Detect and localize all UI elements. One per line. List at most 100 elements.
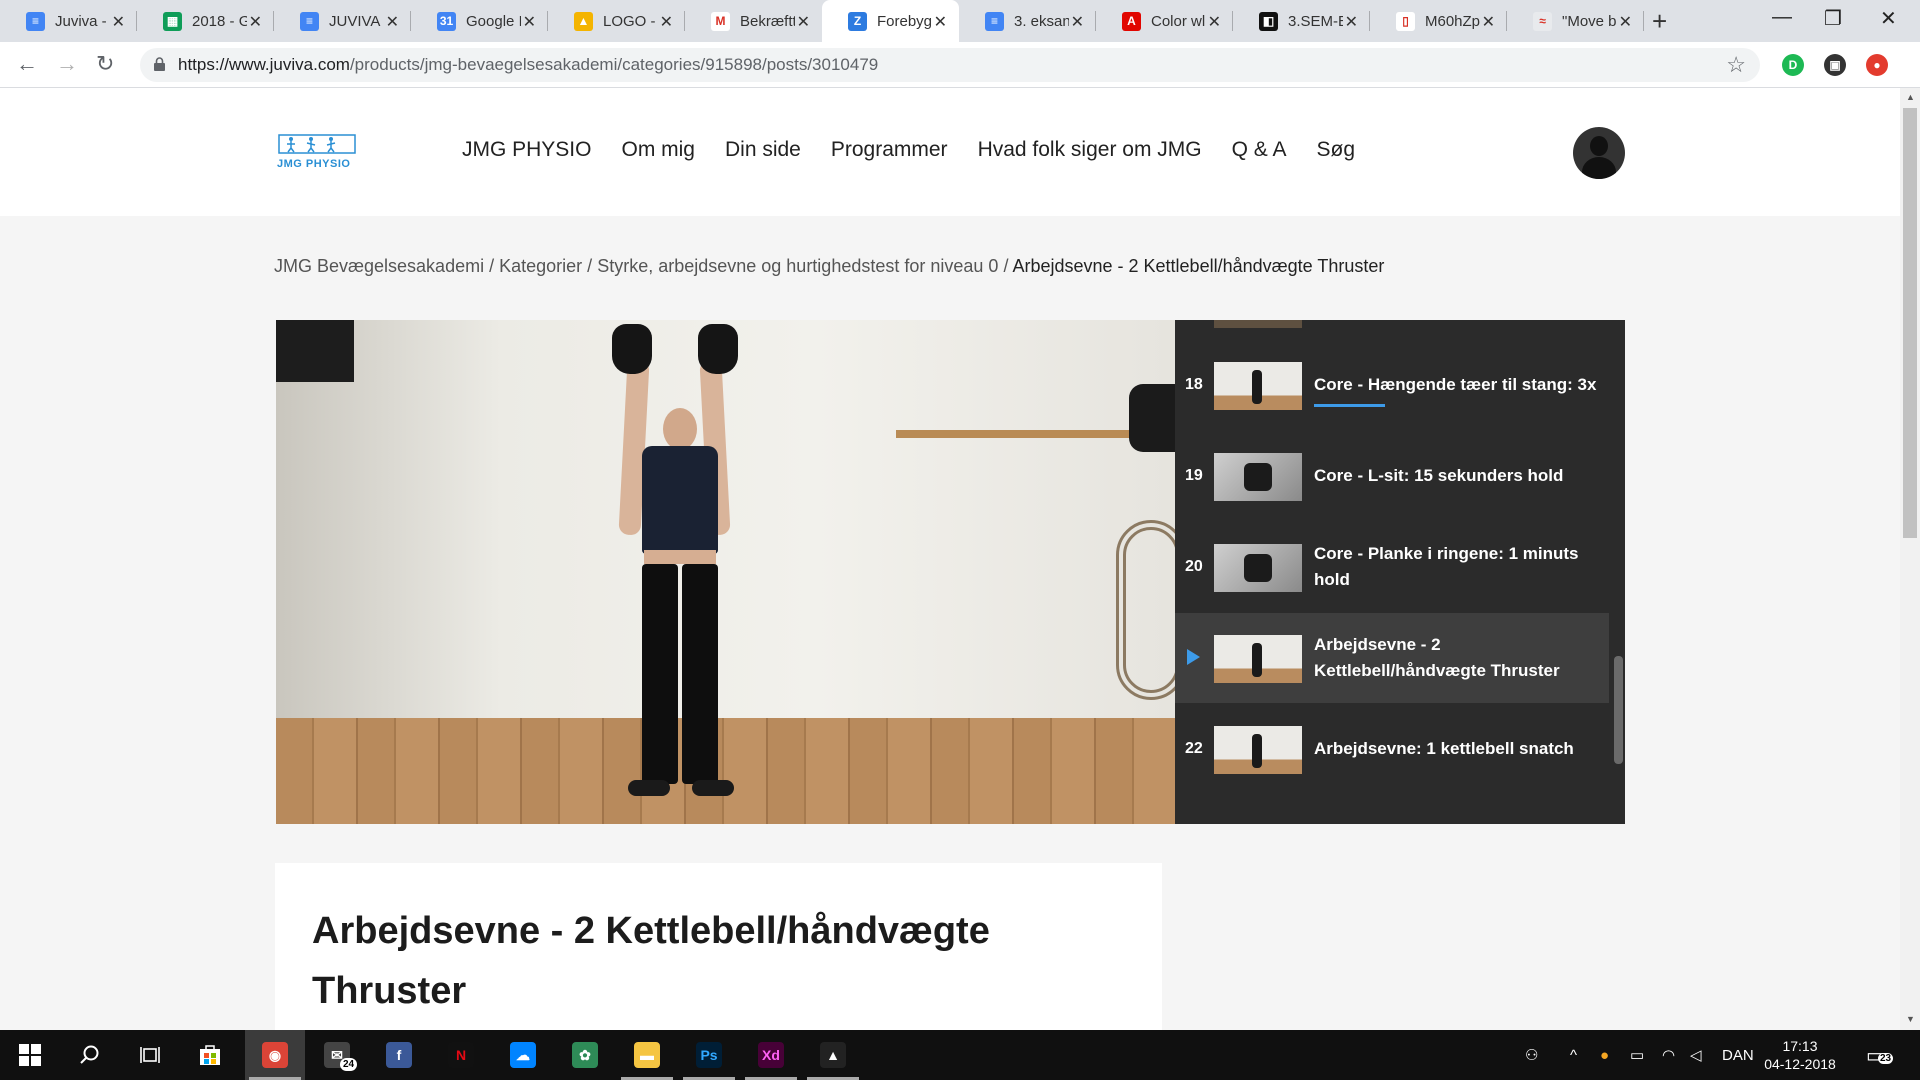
taskbar-app-messenger[interactable]: ☁ xyxy=(493,1030,553,1080)
taskbar-app-chrome[interactable]: ◉ xyxy=(245,1030,305,1080)
playlist-previous-thumb xyxy=(1214,320,1302,328)
tray-app-icon[interactable]: ● xyxy=(1600,1030,1609,1080)
window-close-button[interactable]: ✕ xyxy=(1880,6,1897,31)
volume-icon[interactable]: ◁ xyxy=(1690,1030,1702,1080)
reload-icon[interactable]: ↻ xyxy=(96,51,114,77)
tab-close-icon[interactable]: ✕ xyxy=(523,12,536,32)
playlist-item[interactable]: 19 Core - L-sit: 15 sekunders hold xyxy=(1175,431,1609,521)
breadcrumb-separator: / xyxy=(998,256,1013,276)
new-tab-button[interactable]: + xyxy=(1652,6,1667,37)
nav-link-din-side[interactable]: Din side xyxy=(725,138,801,162)
windows-logo-icon xyxy=(19,1044,41,1066)
browser-tab[interactable]: M Bekræftt ✕ xyxy=(685,0,822,42)
logo-text: JMG PHYSIO xyxy=(277,158,351,170)
taskbar-app-app-green[interactable]: ✿ xyxy=(555,1030,615,1080)
avatar[interactable] xyxy=(1573,127,1625,179)
nav-link-hvad-folk-siger-om-jmg[interactable]: Hvad folk siger om JMG xyxy=(978,138,1202,162)
browser-tab[interactable]: ≈ "Move b ✕ xyxy=(1507,0,1644,42)
nav-link-om-mig[interactable]: Om mig xyxy=(621,138,695,162)
tab-title: Bekræftt xyxy=(740,12,795,30)
taskbar-app-photos[interactable]: ▲ xyxy=(803,1030,863,1080)
post-title: Arbejdsevne - 2 Kettlebell/håndvægte Thr… xyxy=(312,910,990,1012)
video-speaker xyxy=(276,320,354,382)
scroll-down-arrow-icon[interactable]: ▼ xyxy=(1906,1014,1915,1024)
browser-tab[interactable]: ▲ LOGO - ✕ xyxy=(548,0,685,42)
tab-close-icon[interactable]: ✕ xyxy=(1208,12,1221,32)
tab-close-icon[interactable]: ✕ xyxy=(1345,12,1358,32)
people-icon[interactable]: ⚇ xyxy=(1525,1030,1538,1080)
video-player[interactable] xyxy=(276,320,1175,824)
playlist-scrollbar[interactable] xyxy=(1612,320,1625,824)
tab-close-icon[interactable]: ✕ xyxy=(1619,12,1632,32)
browser-tab[interactable]: ▦ 2018 - G ✕ xyxy=(137,0,274,42)
playlist-item[interactable]: 18 Core - Hængende tæer til stang: 3x xyxy=(1175,340,1609,430)
page-scrollbar[interactable]: ▲ ▼ xyxy=(1900,88,1920,1030)
playlist-item[interactable]: Arbejdsevne - 2 Kettlebell/håndvægte Thr… xyxy=(1175,613,1609,703)
scroll-up-arrow-icon[interactable]: ▲ xyxy=(1906,92,1915,102)
browser-tab[interactable]: A Color wl ✕ xyxy=(1096,0,1233,42)
language-indicator[interactable]: DAN xyxy=(1722,1030,1754,1080)
playlist-scroll-thumb[interactable] xyxy=(1614,656,1623,764)
taskbar-app-facebook[interactable]: f xyxy=(369,1030,429,1080)
playlist-item[interactable]: 22 Arbejdsevne: 1 kettlebell snatch xyxy=(1175,704,1609,794)
maximize-button[interactable]: ❐ xyxy=(1824,6,1842,31)
breadcrumb-separator: / xyxy=(484,256,500,276)
browser-tab[interactable]: ≡ 3. eksan ✕ xyxy=(959,0,1096,42)
browser-tab[interactable]: ≡ Juviva - ✕ xyxy=(0,0,137,42)
browser-tab[interactable]: 31 Google I ✕ xyxy=(411,0,548,42)
playlist-item-number: 22 xyxy=(1185,740,1203,757)
tab-close-icon[interactable]: ✕ xyxy=(1482,12,1495,32)
taskbar-app-netflix[interactable]: N xyxy=(431,1030,491,1080)
bookmark-star-icon[interactable]: ☆ xyxy=(1726,52,1746,78)
playlist-item-title: Core - Hængende tæer til stang: 3x xyxy=(1314,375,1597,394)
photoshop-icon: Ps xyxy=(696,1042,722,1068)
tab-close-icon[interactable]: ✕ xyxy=(797,12,810,32)
taskbar-app-photoshop[interactable]: Ps xyxy=(679,1030,739,1080)
photos-icon: ▲ xyxy=(820,1042,846,1068)
video-rope xyxy=(1116,520,1175,700)
nav-link-q-a[interactable]: Q & A xyxy=(1232,138,1287,162)
store-icon[interactable] xyxy=(180,1030,240,1080)
breadcrumb-link[interactable]: JMG Bevægelsesakademi xyxy=(274,256,484,276)
playlist-item[interactable]: 20 Core - Planke i ringene: 1 minuts hold xyxy=(1175,522,1609,612)
taskbar-app-file-explorer[interactable]: ▬ xyxy=(617,1030,677,1080)
post-content-card: Arbejdsevne - 2 Kettlebell/håndvægte Thr… xyxy=(275,863,1162,1030)
browser-tab[interactable]: ◧ 3.SEM-E ✕ xyxy=(1233,0,1370,42)
playlist-item-title: Arbejdsevne: 1 kettlebell snatch xyxy=(1314,739,1574,758)
clock[interactable]: 17:13 04-12-2018 xyxy=(1755,1037,1845,1073)
tab-close-icon[interactable]: ✕ xyxy=(660,12,673,32)
minimize-button[interactable]: — xyxy=(1772,6,1792,29)
nav-link-programmer[interactable]: Programmer xyxy=(831,138,948,162)
task-view-icon[interactable] xyxy=(120,1030,180,1080)
page-scroll-thumb[interactable] xyxy=(1903,108,1917,538)
tab-close-icon[interactable]: ✕ xyxy=(1071,12,1084,32)
tab-close-icon[interactable]: ✕ xyxy=(386,12,399,32)
url-input[interactable]: https://www.juviva.com/products/jmg-beva… xyxy=(140,48,1760,82)
battery-icon[interactable]: ▭ xyxy=(1630,1030,1644,1080)
nav-link-søg[interactable]: Søg xyxy=(1316,138,1355,162)
back-icon[interactable]: ← xyxy=(16,51,38,77)
browser-tab[interactable]: ▯ M60hZp ✕ xyxy=(1370,0,1507,42)
start-button[interactable] xyxy=(0,1030,60,1080)
wifi-icon[interactable]: ◠ xyxy=(1662,1030,1675,1080)
browser-tab[interactable]: ≡ JUVIVA ✕ xyxy=(274,0,411,42)
site-logo[interactable]: JMG PHYSIO xyxy=(277,134,377,174)
breadcrumb-link[interactable]: Styrke, arbejdsevne og hurtighedstest fo… xyxy=(597,256,998,276)
extension-icon[interactable]: ▣ xyxy=(1824,54,1846,76)
extension-icon[interactable]: ● xyxy=(1866,54,1888,76)
tab-close-icon[interactable]: ✕ xyxy=(249,12,262,32)
taskbar-app-adobe-xd[interactable]: Xd xyxy=(741,1030,801,1080)
tab-close-icon[interactable]: ✕ xyxy=(112,12,125,32)
extension-icon[interactable]: D xyxy=(1782,54,1804,76)
playlist-item-thumbnail xyxy=(1214,726,1302,774)
browser-tab[interactable]: Z Forebyg ✕ xyxy=(822,0,959,42)
nav-link-jmg-physio[interactable]: JMG PHYSIO xyxy=(462,138,592,162)
tray-chevron-icon[interactable]: ^ xyxy=(1570,1030,1577,1080)
forward-icon[interactable]: → xyxy=(56,51,78,77)
breadcrumb-link[interactable]: Kategorier xyxy=(499,256,582,276)
playlist-item-number: 20 xyxy=(1185,558,1203,575)
notifications-icon[interactable]: ▭ 23 xyxy=(1866,1030,1894,1080)
tab-close-icon[interactable]: ✕ xyxy=(934,12,947,32)
search-icon[interactable] xyxy=(60,1030,120,1080)
taskbar-app-mail[interactable]: ✉ 24 xyxy=(307,1030,367,1080)
